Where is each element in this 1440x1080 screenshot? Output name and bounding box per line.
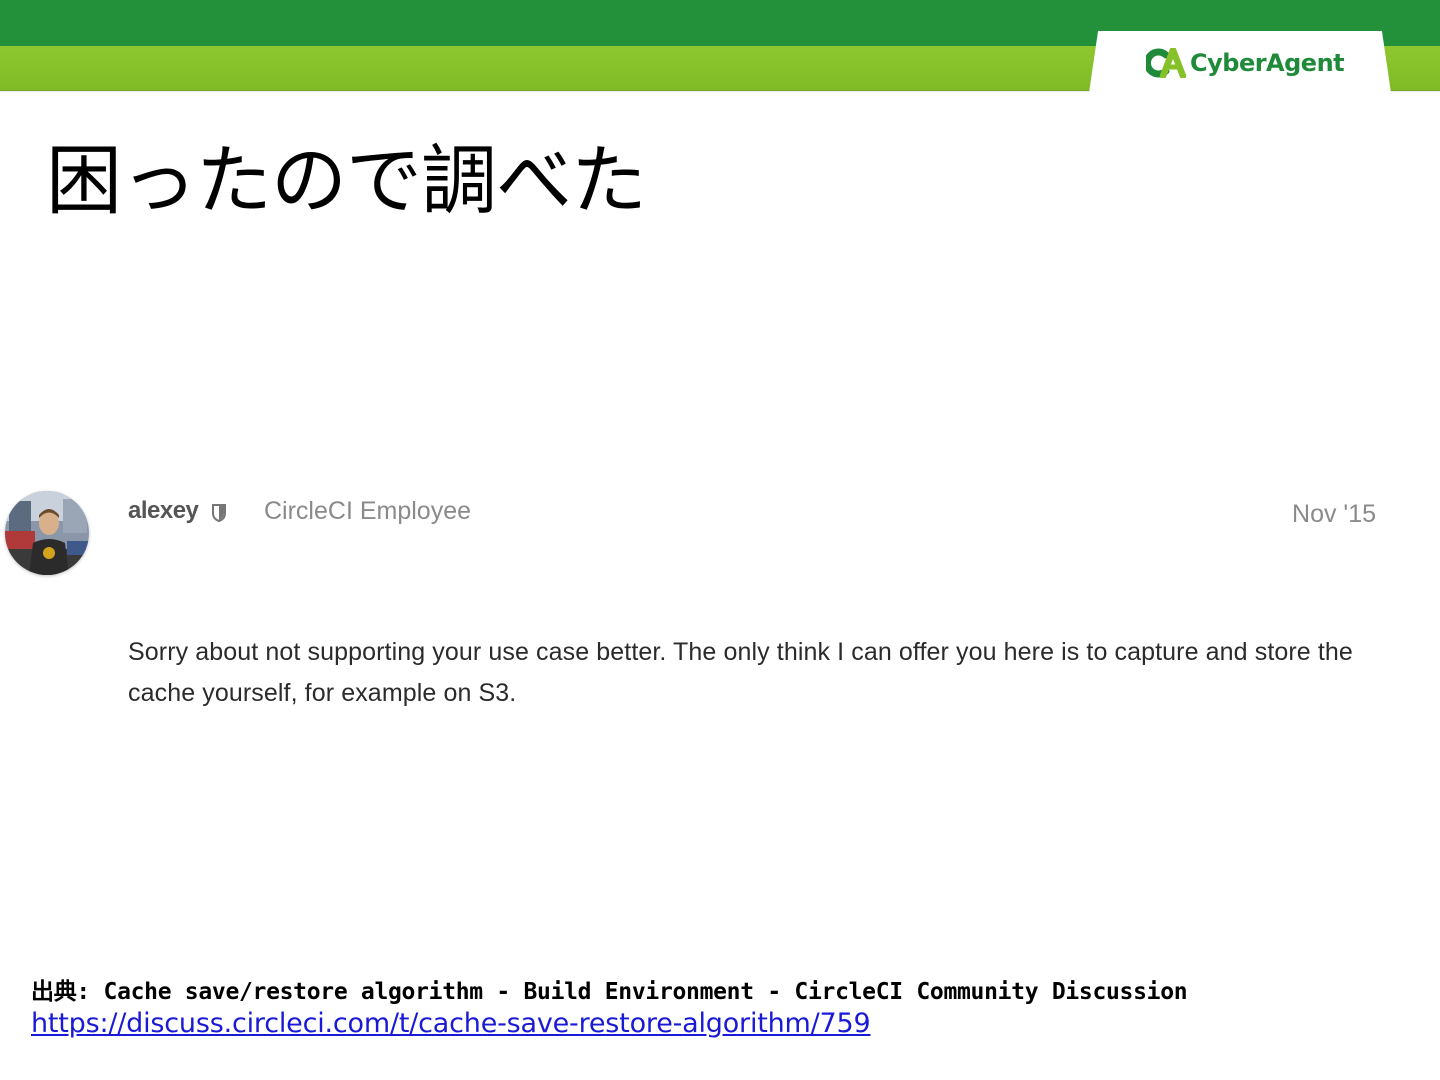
shield-icon	[212, 504, 226, 522]
source-citation: 出典: Cache save/restore algorithm - Build…	[31, 972, 1188, 1006]
forum-post: alexey CircleCI Employee Nov '15 Sorry a…	[0, 480, 1440, 740]
logo-text: CyberAgent	[1190, 49, 1345, 77]
source-separator: :	[76, 979, 104, 1005]
post-username[interactable]: alexey	[128, 497, 199, 525]
post-body: Sorry about not supporting your use case…	[128, 638, 1353, 707]
cyberagent-logo-icon	[1146, 48, 1187, 78]
avatar-photo	[5, 491, 89, 575]
header-band: CyberAgent	[0, 0, 1440, 93]
user-avatar[interactable]	[5, 491, 89, 575]
slide-title: 困ったので調べた	[46, 136, 647, 225]
source-text: Cache save/restore algorithm - Build Env…	[103, 979, 1188, 1005]
source-url-link[interactable]: https://discuss.circleci.com/t/cache-sav…	[31, 1008, 871, 1039]
post-date[interactable]: Nov '15	[1292, 500, 1376, 529]
post-user-title: CircleCI Employee	[264, 497, 472, 525]
source-label: 出典	[31, 979, 77, 1005]
cyberagent-logo: CyberAgent	[1146, 46, 1345, 80]
